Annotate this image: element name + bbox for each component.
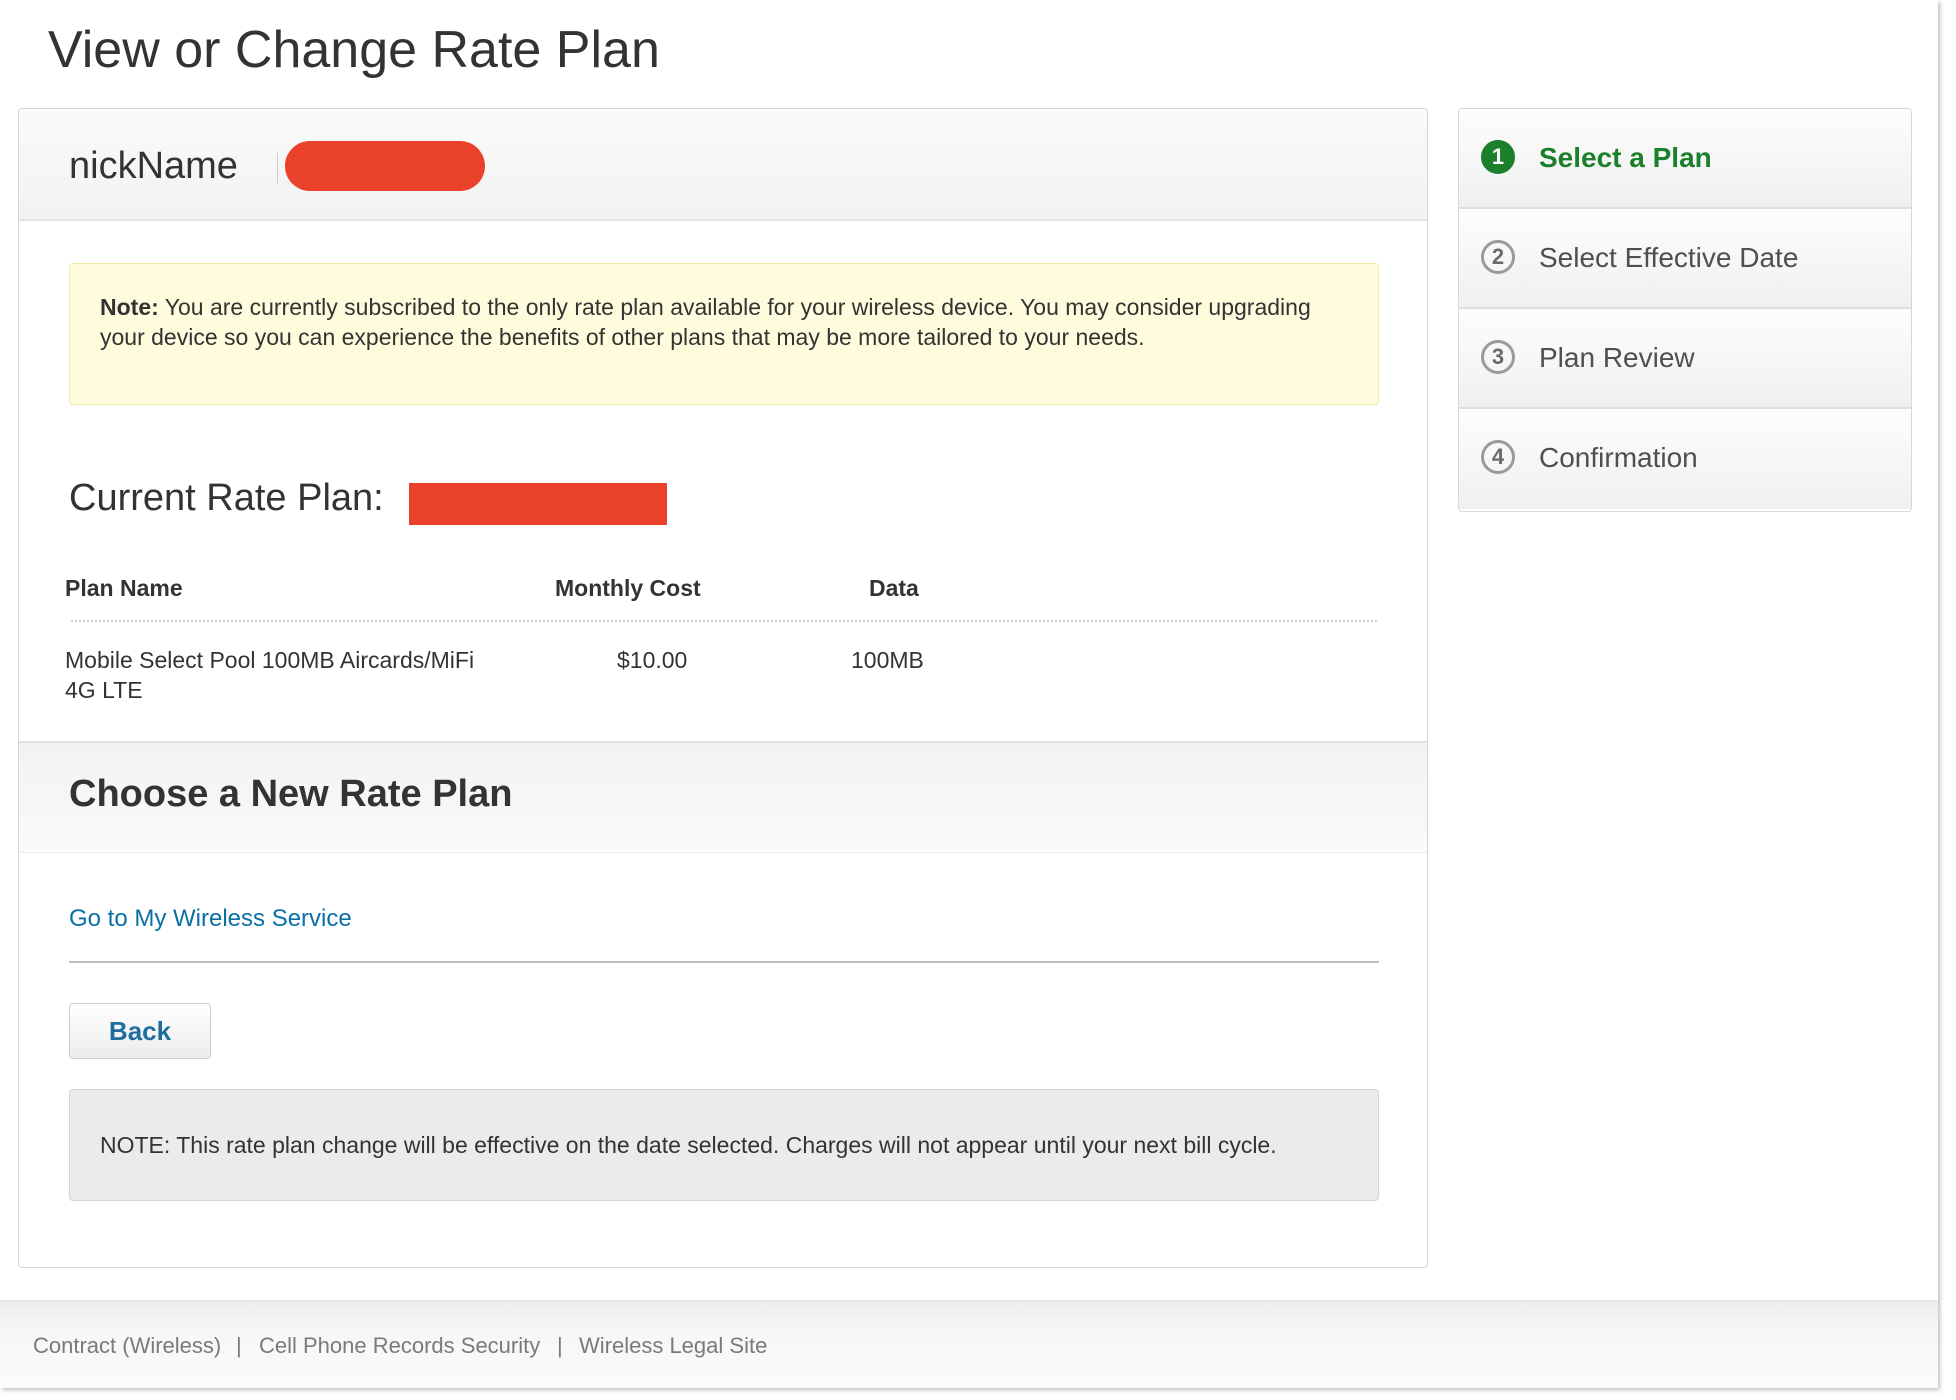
column-header-monthly-cost: Monthly Cost (555, 575, 701, 601)
choose-plan-title: Choose a New Rate Plan (69, 773, 513, 815)
step-1-number-icon: 1 (1481, 140, 1515, 174)
footer: Contract (Wireless) | Cell Phone Records… (0, 1300, 1938, 1388)
step-select-plan: 1 Select a Plan (1459, 109, 1911, 209)
note-alert: Note: You are currently subscribed to th… (69, 263, 1379, 405)
my-wireless-service-link[interactable]: Go to My Wireless Service (69, 905, 352, 933)
table-row-plan-name: Mobile Select Pool 100MB Aircards/MiFi 4… (65, 645, 474, 705)
footer-link-legal-site[interactable]: Wireless Legal Site (579, 1333, 767, 1359)
step-4-number-icon: 4 (1481, 440, 1515, 474)
step-select-effective-date: 2 Select Effective Date (1459, 209, 1911, 309)
effective-date-note: NOTE: This rate plan change will be effe… (69, 1089, 1379, 1201)
table-row-monthly-cost: $10.00 (617, 647, 688, 673)
page-title: View or Change Rate Plan (48, 21, 660, 79)
footer-link-contract[interactable]: Contract (Wireless) (33, 1333, 221, 1359)
table-divider (71, 620, 1377, 622)
footer-separator: | (557, 1333, 563, 1358)
step-3-number-icon: 3 (1481, 340, 1515, 374)
column-header-data: Data (869, 575, 919, 601)
redacted-device-number (285, 141, 485, 191)
step-4-label: Confirmation (1539, 442, 1698, 473)
note-label: Note: (100, 294, 159, 320)
back-button[interactable]: Back (69, 1003, 211, 1059)
step-2-number-icon: 2 (1481, 240, 1515, 274)
header-separator (277, 153, 278, 185)
current-plan-heading: Current Rate Plan: (69, 477, 384, 519)
plan-name-line-2: 4G LTE (65, 677, 143, 703)
rate-plan-card: nickName Note: You are currently subscri… (18, 108, 1428, 1268)
column-header-plan-name: Plan Name (65, 575, 183, 601)
footer-link-records-security[interactable]: Cell Phone Records Security (259, 1333, 540, 1359)
step-1-label: Select a Plan (1539, 142, 1712, 173)
step-plan-review: 3 Plan Review (1459, 309, 1911, 409)
redacted-current-plan (409, 483, 667, 525)
choose-plan-header: Choose a New Rate Plan (19, 741, 1427, 853)
progress-steps: 1 Select a Plan 2 Select Effective Date … (1458, 108, 1912, 512)
step-confirmation: 4 Confirmation (1459, 409, 1911, 509)
step-2-label: Select Effective Date (1539, 242, 1799, 273)
section-divider (69, 961, 1379, 963)
note-text: You are currently subscribed to the only… (100, 294, 1311, 350)
plan-name-line-1: Mobile Select Pool 100MB Aircards/MiFi (65, 647, 475, 673)
device-nickname-label: nickName (69, 145, 238, 187)
device-header: nickName (19, 109, 1427, 221)
step-3-label: Plan Review (1539, 342, 1695, 373)
table-row-data: 100MB (851, 647, 924, 673)
footer-separator: | (236, 1333, 242, 1358)
